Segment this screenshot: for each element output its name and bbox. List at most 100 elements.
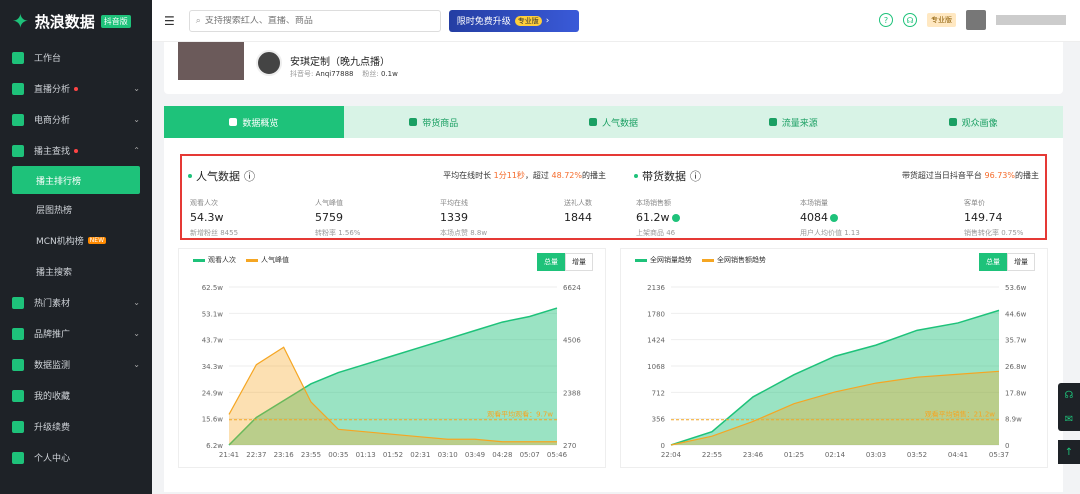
y-tick-left: 6.2w [206, 442, 223, 450]
sidebar-item-upgrade[interactable]: 升级续费 [0, 411, 152, 442]
toggle-total[interactable]: 总量 [979, 253, 1007, 271]
x-tick: 04:41 [948, 451, 968, 459]
tab-traffic[interactable]: 流量来源 [703, 106, 883, 138]
sidebar-item-ecommerce[interactable]: 电商分析 ⌄ [0, 104, 152, 135]
summary-time: 1分11秒 [493, 171, 525, 180]
back-to-top-icon[interactable]: ↑ [1058, 440, 1080, 464]
sidebar-sub-search[interactable]: 播主搜索 [0, 256, 152, 287]
douyin-id: Anqi77888 [315, 70, 354, 78]
promo-tag: 专业版 [514, 15, 542, 26]
verified-icon [830, 214, 838, 222]
metric-sub: 销售转化率 0.75% [964, 229, 1024, 237]
search-box[interactable]: ⌕ [188, 9, 441, 32]
legend-item[interactable]: 观看人次 [193, 255, 236, 265]
logo[interactable]: ✦ 热浪数据 抖音版 [0, 0, 152, 42]
tab-bar: 数据概览 带货商品 人气数据 流量来源 观众画像 [164, 106, 1063, 138]
sidebar-item-find-streamer[interactable]: 播主查找 ⌃ [0, 135, 152, 166]
toggle-increment[interactable]: 增量 [565, 253, 593, 271]
sidebar-sub-hotlist[interactable]: 层图热榜 [0, 194, 152, 225]
username-blurred[interactable] [996, 15, 1066, 25]
tab-audience[interactable]: 观众画像 [883, 106, 1063, 138]
legend-item[interactable]: 人气峰值 [246, 255, 289, 265]
dot-icon [188, 174, 192, 178]
tab-goods[interactable]: 带货商品 [344, 106, 524, 138]
chart-legend: 全网销量趋势 全网销售额趋势 [635, 255, 766, 265]
legend-swatch [246, 258, 258, 262]
promo-banner[interactable]: 限时免费升级 专业版 › [448, 9, 579, 32]
x-tick: 00:35 [328, 451, 348, 459]
goods-summary: 带货超过当日抖音平台 96.73%的播主 [902, 170, 1039, 181]
topbar: ☰ ⌕ 限时免费升级 专业版 › ? ☊ 专业版 [152, 0, 1080, 42]
sidebar-sub-ranking[interactable]: 播主排行榜 [12, 166, 140, 194]
y-tick-right: 44.6w [1005, 310, 1027, 318]
chevron-down-icon: ⌄ [133, 115, 140, 124]
sidebar-item-brand[interactable]: 品牌推广 ⌄ [0, 318, 152, 349]
sidebar-item-monitor[interactable]: 数据监测 ⌄ [0, 349, 152, 380]
live-cover-image[interactable] [178, 42, 244, 80]
metric-sub: 上架商品 46 [636, 229, 676, 237]
sales-chart-card: 全网销量趋势 全网销售额趋势 总量 增量 0 356 712 1068 1424 1780… [620, 248, 1048, 468]
x-tick: 23:55 [301, 451, 321, 459]
metric-value: 5759 [315, 211, 343, 224]
live-icon [12, 82, 24, 95]
overview-panel: 人气数据 ⓘ 平均在线时长 1分11秒，超过 48.72%的播主 观看人次 54.3… [164, 138, 1063, 492]
menu-toggle-icon[interactable]: ☰ [164, 14, 175, 28]
help-icon[interactable]: ? [879, 13, 893, 27]
sidebar-item-favorites[interactable]: 我的收藏 [0, 380, 152, 411]
metric-value: 4084 [800, 211, 860, 224]
help-icon[interactable]: ⓘ [690, 168, 701, 184]
y-tick-left: 24.9w [202, 389, 224, 397]
help-icon[interactable]: ⓘ [244, 168, 255, 184]
toggle-increment[interactable]: 增量 [1007, 253, 1035, 271]
popularity-chart: 6.2w 15.6w 24.9w 34.3w 43.7w 53.1w 62.5w 270 238… [202, 284, 582, 459]
tab-overview[interactable]: 数据概览 [164, 106, 344, 138]
popularity-summary: 平均在线时长 1分11秒，超过 48.72%的播主 [443, 170, 606, 181]
avatar[interactable] [966, 10, 986, 30]
metric-label: 本场销量 [800, 199, 828, 207]
x-tick: 02:14 [825, 451, 846, 459]
sidebar-item-hot-material[interactable]: 热门素材 ⌄ [0, 287, 152, 318]
sidebar-sub-mcn[interactable]: MCN机构榜 NEW [0, 225, 152, 256]
card-title-text: 人气数据 [196, 170, 240, 183]
metric-sub: 本场点赞 8.8w [440, 229, 488, 237]
verified-icon [671, 214, 680, 222]
legend-label: 观看人次 [208, 256, 236, 264]
sidebar-sub-label: MCN机构榜 [36, 237, 84, 247]
sidebar-sub-label: 播主排行榜 [36, 176, 82, 187]
brand-name: 热浪数据 [34, 12, 95, 31]
headset-icon[interactable]: ☊ [1058, 383, 1080, 407]
card-title-text: 带货数据 [642, 170, 686, 183]
chart-toggle: 总量 增量 [979, 253, 1035, 271]
metric-label: 客单价 [964, 199, 985, 207]
headset-icon[interactable]: ☊ [903, 13, 917, 27]
edition-badge[interactable]: 抖音版 [100, 14, 131, 28]
x-tick: 03:52 [907, 451, 927, 459]
search-icon: ⌕ [195, 15, 201, 26]
x-tick: 05:37 [989, 451, 1009, 459]
average-label: 观看平均观看：9.7w [487, 410, 553, 419]
legend-label: 人气峰值 [261, 256, 289, 264]
new-badge: NEW [87, 237, 107, 244]
streamer-name[interactable]: 安琪定制（晚九点播） [290, 53, 390, 68]
chat-icon[interactable]: ✉ [1058, 407, 1080, 431]
tab-popularity[interactable]: 人气数据 [524, 106, 704, 138]
metric-sub: 新增粉丝 8455 [190, 229, 239, 237]
drop-icon [768, 118, 777, 126]
chart-legend: 观看人次 人气峰值 [193, 255, 289, 265]
logo-mark-icon: ✦ [12, 9, 29, 33]
legend-item[interactable]: 全网销量趋势 [635, 255, 692, 265]
x-tick: 05:46 [547, 451, 568, 459]
chart-toggle: 总量 增量 [537, 253, 593, 271]
star-icon [12, 389, 24, 402]
fans-label: 粉丝: [362, 70, 379, 78]
toggle-total[interactable]: 总量 [537, 253, 565, 271]
pro-badge: 专业版 [927, 13, 956, 27]
search-input[interactable] [204, 15, 425, 26]
tab-label: 数据概览 [242, 118, 279, 129]
y-tick-right: 6624 [563, 284, 581, 292]
sidebar-item-workbench[interactable]: 工作台 [0, 42, 152, 73]
streamer-avatar[interactable] [256, 50, 282, 76]
sidebar-item-live[interactable]: 直播分析 ⌄ [0, 73, 152, 104]
sidebar-item-profile[interactable]: 个人中心 [0, 442, 152, 473]
legend-item[interactable]: 全网销售额趋势 [702, 255, 766, 265]
